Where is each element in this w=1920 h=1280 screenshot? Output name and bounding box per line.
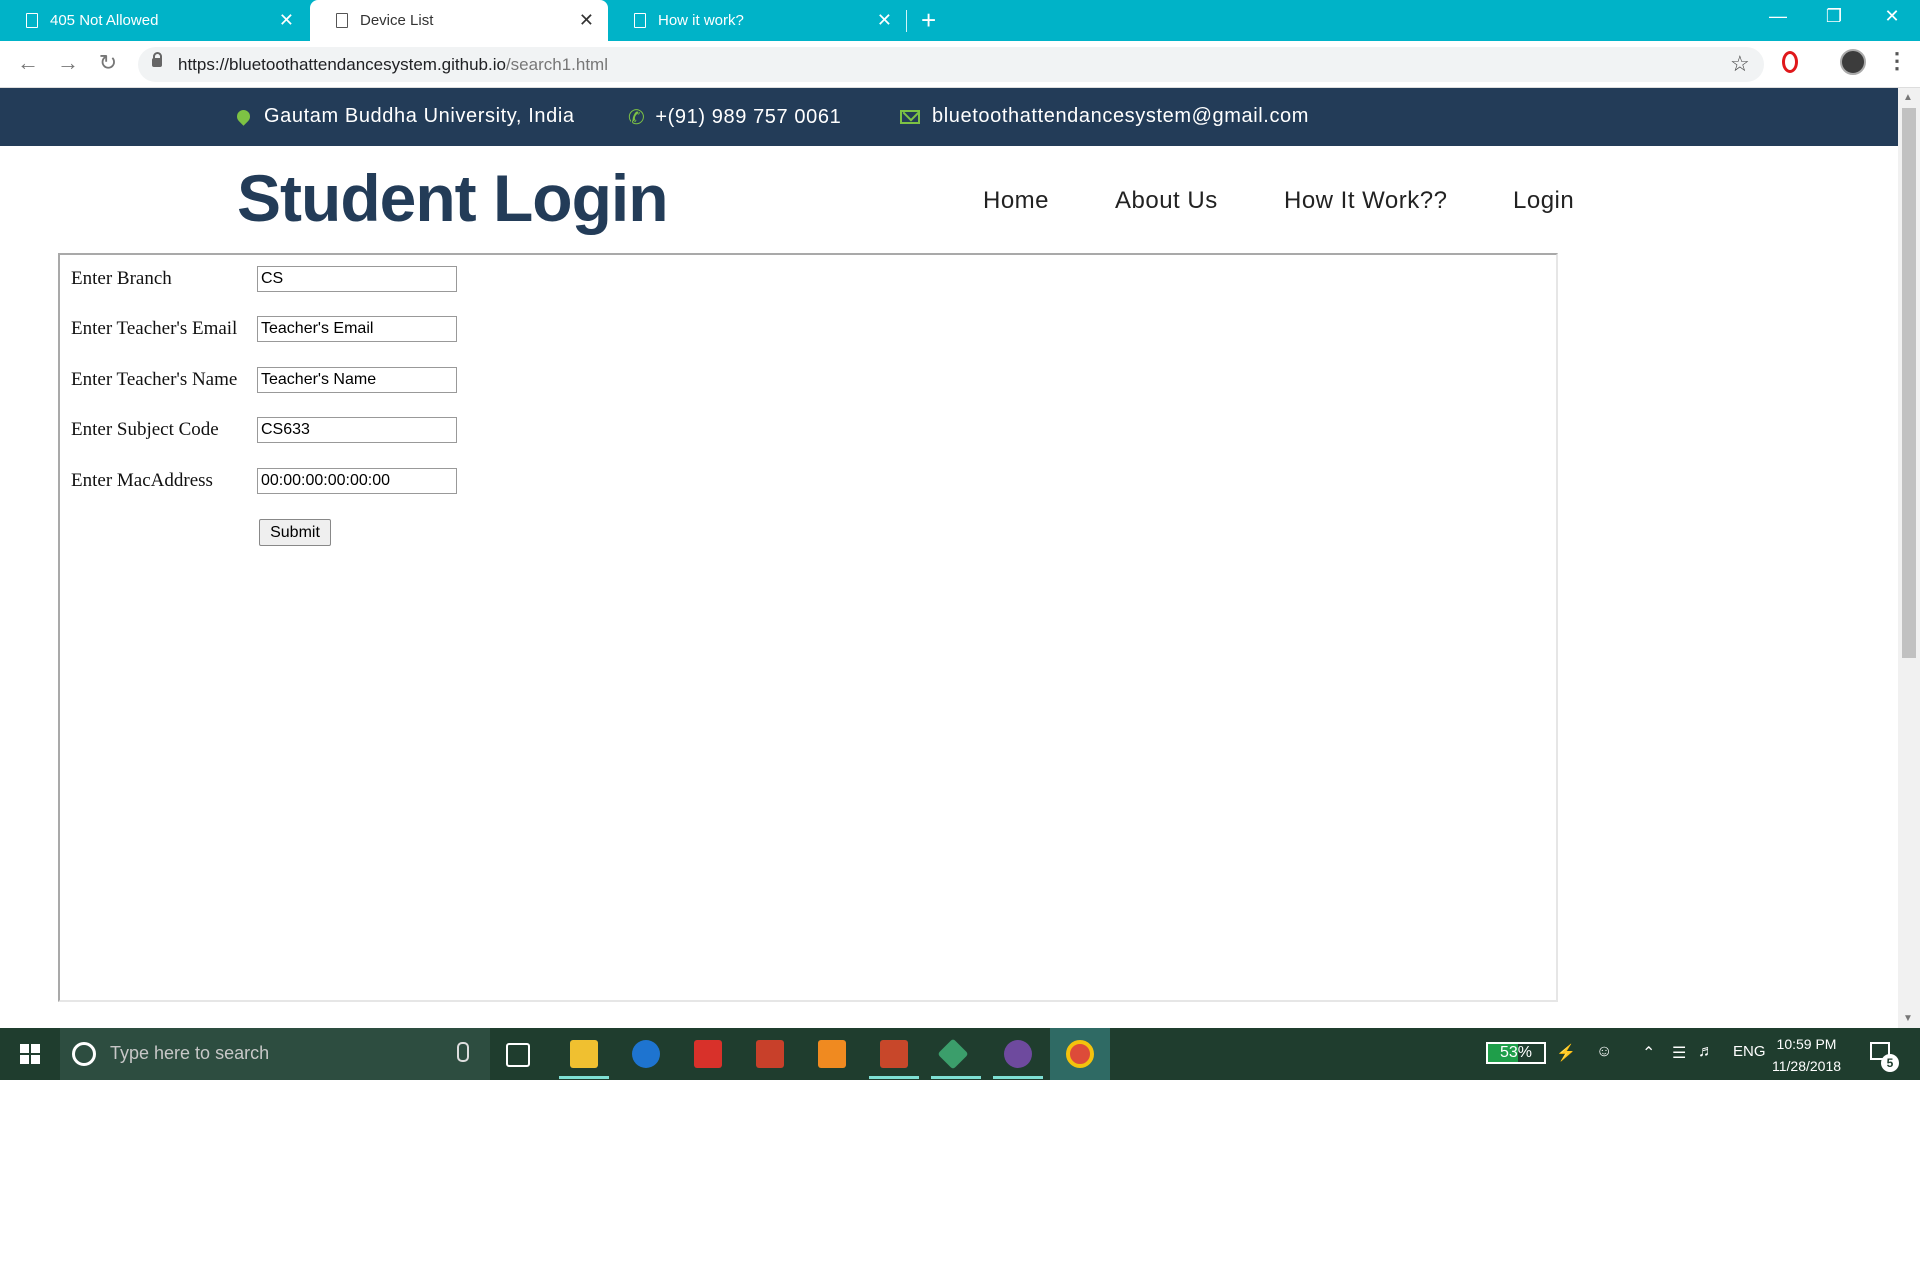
url-path: /search1.html <box>505 55 608 74</box>
note-app-icon[interactable] <box>756 1040 784 1068</box>
browser-toolbar: ← → ↻ https://bluetoothattendancesystem.… <box>0 41 1920 88</box>
bookmark-star-icon[interactable]: ☆ <box>1730 51 1750 77</box>
git-tool-icon[interactable] <box>937 1038 969 1070</box>
powerpoint-icon[interactable] <box>880 1040 908 1068</box>
phone-info: ✆ +(91) 989 757 0061 <box>628 105 841 130</box>
uc-browser-icon[interactable] <box>818 1040 846 1068</box>
opera-extension-icon[interactable] <box>1782 51 1798 73</box>
nav-login[interactable]: Login <box>1513 187 1574 215</box>
close-icon[interactable]: ✕ <box>279 11 294 29</box>
task-view-icon[interactable] <box>506 1043 530 1067</box>
device-form-frame: Enter Branch Enter Teacher's Email Enter… <box>58 253 1558 1002</box>
subject-code-input[interactable] <box>257 417 457 443</box>
tab-title: Device List <box>360 12 434 29</box>
teacher-email-input[interactable] <box>257 316 457 342</box>
reader-app-icon[interactable] <box>694 1040 722 1068</box>
file-explorer-icon[interactable] <box>570 1040 598 1068</box>
charging-icon: ⚡ <box>1556 1045 1576 1062</box>
url-text[interactable]: https://bluetoothattendancesystem.github… <box>178 55 608 75</box>
location-info: Gautam Buddha University, India <box>234 105 575 128</box>
running-indicator <box>931 1076 981 1079</box>
taskbar-clock[interactable]: 10:59 PM 11/28/2018 <box>1772 1033 1841 1077</box>
new-tab-button[interactable]: + <box>921 6 936 34</box>
nav-home[interactable]: Home <box>983 187 1049 215</box>
contact-info-bar: Gautam Buddha University, India ✆ +(91) … <box>0 88 1898 146</box>
map-marker-icon <box>234 107 253 126</box>
nav-about-us[interactable]: About Us <box>1115 187 1218 215</box>
tab-title: How it work? <box>658 12 744 29</box>
battery-indicator[interactable]: 53% <box>1486 1042 1546 1064</box>
reload-icon[interactable]: ↻ <box>94 50 122 76</box>
submit-button[interactable]: Submit <box>259 519 331 546</box>
tab-separator <box>906 10 907 32</box>
running-indicator <box>869 1076 919 1079</box>
page-icon <box>336 13 348 28</box>
lock-icon <box>152 52 162 67</box>
address-bar[interactable]: https://bluetoothattendancesystem.github… <box>138 47 1764 82</box>
github-icon[interactable] <box>1004 1040 1032 1068</box>
clock-date: 11/28/2018 <box>1772 1058 1842 1074</box>
browser-tab-strip: 405 Not Allowed ✕ Device List ✕ How it w… <box>0 0 1920 41</box>
mac-address-label: Enter MacAddress <box>71 470 213 491</box>
mac-address-input[interactable] <box>257 468 457 494</box>
tab-title: 405 Not Allowed <box>50 12 159 29</box>
minimize-icon[interactable]: — <box>1758 6 1798 27</box>
windows-start-icon[interactable] <box>0 1028 60 1080</box>
chrome-icon <box>1066 1040 1094 1068</box>
close-icon[interactable]: ✕ <box>877 11 892 29</box>
search-placeholder: Type here to search <box>110 1043 270 1063</box>
chevron-up-icon[interactable]: ⌃ <box>1642 1043 1655 1063</box>
teacher-name-input[interactable] <box>257 367 457 393</box>
chrome-taskbar-button[interactable] <box>1050 1028 1110 1080</box>
page-icon <box>26 13 38 28</box>
people-icon[interactable]: ☺ <box>1596 1043 1612 1061</box>
tab-405-not-allowed[interactable]: 405 Not Allowed ✕ <box>0 0 308 41</box>
nav-how-it-work[interactable]: How It Work?? <box>1284 187 1447 215</box>
notification-badge: 5 <box>1881 1054 1899 1072</box>
tab-how-it-work[interactable]: How it work? ✕ <box>608 0 906 41</box>
volume-icon[interactable]: ♬ <box>1698 1043 1714 1061</box>
language-indicator[interactable]: ENG <box>1733 1043 1766 1060</box>
tab-device-list[interactable]: Device List ✕ <box>310 0 608 41</box>
back-icon[interactable]: ← <box>14 50 42 76</box>
restore-icon[interactable]: ❐ <box>1814 6 1854 27</box>
scroll-up-icon[interactable]: ▲ <box>1903 92 1913 103</box>
teacher-name-label: Enter Teacher's Name <box>71 369 238 390</box>
browser-menu-icon[interactable]: ⋮ <box>1886 48 1908 74</box>
taskbar-search-box[interactable]: Type here to search <box>60 1028 490 1080</box>
phone-icon: ✆ <box>628 107 646 129</box>
profile-avatar[interactable] <box>1840 49 1866 75</box>
wifi-icon[interactable]: ☰ <box>1672 1043 1686 1063</box>
url-host: https://bluetoothattendancesystem.github… <box>178 55 506 74</box>
window-close-icon[interactable]: ✕ <box>1872 6 1912 27</box>
running-indicator <box>559 1076 609 1079</box>
branch-label: Enter Branch <box>71 268 172 289</box>
phone-text: +(91) 989 757 0061 <box>655 106 842 128</box>
email-info: bluetoothattendancesystem@gmail.com <box>900 105 1309 128</box>
scrollbar-thumb[interactable] <box>1902 108 1916 658</box>
close-icon[interactable]: ✕ <box>579 11 594 29</box>
subject-code-label: Enter Subject Code <box>71 419 219 440</box>
teacher-email-label: Enter Teacher's Email <box>71 318 238 339</box>
location-text: Gautam Buddha University, India <box>264 105 575 127</box>
page-title: Student Login <box>237 161 669 235</box>
clock-time: 10:59 PM <box>1776 1036 1837 1052</box>
branch-input[interactable] <box>257 266 457 292</box>
microphone-icon[interactable] <box>457 1042 469 1062</box>
forward-icon[interactable]: → <box>54 50 82 76</box>
envelope-icon <box>900 109 920 124</box>
email-text: bluetoothattendancesystem@gmail.com <box>932 105 1310 127</box>
edge-icon[interactable] <box>632 1040 660 1068</box>
battery-percent: 53% <box>1500 1044 1533 1061</box>
cortana-icon <box>72 1042 96 1066</box>
windows-taskbar: Type here to search 53% ⚡ ☺ ⌃ ☰ ♬ ENG 10… <box>0 1028 1920 1080</box>
page-icon <box>634 13 646 28</box>
scroll-down-icon[interactable]: ▼ <box>1903 1013 1913 1024</box>
running-indicator <box>993 1076 1043 1079</box>
